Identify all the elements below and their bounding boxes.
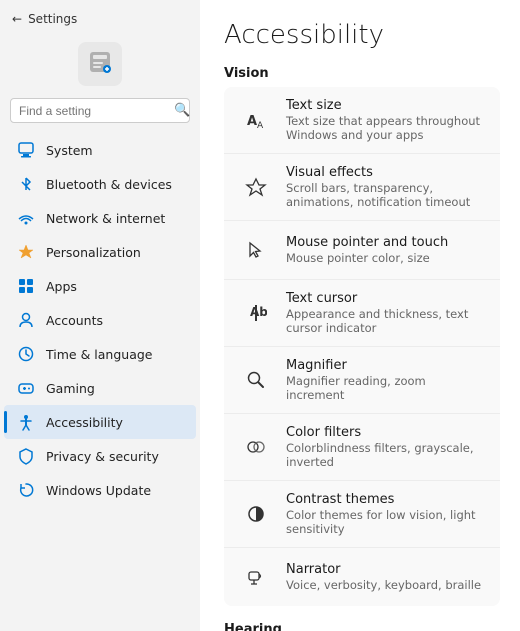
item-title-magnifier: Magnifier bbox=[286, 358, 486, 373]
search-input[interactable] bbox=[19, 104, 174, 118]
sidebar-item-label: Bluetooth & devices bbox=[46, 177, 172, 192]
sidebar-item-label: Gaming bbox=[46, 381, 95, 396]
accounts-icon bbox=[16, 310, 36, 330]
sections-container: Vision AA Text size Text size that appea… bbox=[224, 66, 500, 631]
settings-item-contrast-themes[interactable]: Contrast themes Color themes for low vis… bbox=[224, 481, 500, 548]
nav-list: System Bluetooth & devices Network & int… bbox=[0, 133, 200, 507]
item-title-mouse-pointer: Mouse pointer and touch bbox=[286, 235, 448, 250]
item-title-narrator: Narrator bbox=[286, 562, 481, 577]
sidebar-item-label: Personalization bbox=[46, 245, 141, 260]
item-text-magnifier: Magnifier Magnifier reading, zoom increm… bbox=[286, 358, 486, 402]
color-filters-icon bbox=[238, 429, 274, 465]
avatar-icon bbox=[85, 49, 115, 79]
item-title-color-filters: Color filters bbox=[286, 425, 486, 440]
item-desc-magnifier: Magnifier reading, zoom increment bbox=[286, 374, 486, 402]
sidebar-item-label: Windows Update bbox=[46, 483, 151, 498]
sidebar-item-label: Network & internet bbox=[46, 211, 165, 226]
settings-item-text-cursor[interactable]: Ab Text cursor Appearance and thickness,… bbox=[224, 280, 500, 347]
svg-text:A: A bbox=[247, 114, 257, 129]
sidebar-item-time[interactable]: Time & language bbox=[4, 337, 196, 371]
item-text-contrast-themes: Contrast themes Color themes for low vis… bbox=[286, 492, 486, 536]
sidebar-item-system[interactable]: System bbox=[4, 133, 196, 167]
section-label-vision: Vision bbox=[224, 66, 500, 81]
item-text-text-cursor: Text cursor Appearance and thickness, te… bbox=[286, 291, 486, 335]
back-label: Settings bbox=[28, 12, 77, 26]
magnifier-icon bbox=[238, 362, 274, 398]
item-text-color-filters: Color filters Colorblindness filters, gr… bbox=[286, 425, 486, 469]
text-size-icon: AA bbox=[238, 102, 274, 138]
privacy-icon bbox=[16, 446, 36, 466]
item-text-text-size: Text size Text size that appears through… bbox=[286, 98, 486, 142]
svg-text:A: A bbox=[257, 121, 264, 131]
bluetooth-icon bbox=[16, 174, 36, 194]
personalization-icon bbox=[16, 242, 36, 262]
settings-item-magnifier[interactable]: Magnifier Magnifier reading, zoom increm… bbox=[224, 347, 500, 414]
text-cursor-icon: Ab bbox=[238, 295, 274, 331]
settings-item-mouse-pointer[interactable]: Mouse pointer and touch Mouse pointer co… bbox=[224, 221, 500, 280]
item-text-visual-effects: Visual effects Scroll bars, transparency… bbox=[286, 165, 486, 209]
search-icon[interactable]: 🔍 bbox=[174, 103, 190, 118]
item-title-visual-effects: Visual effects bbox=[286, 165, 486, 180]
item-text-mouse-pointer: Mouse pointer and touch Mouse pointer co… bbox=[286, 235, 448, 265]
sidebar-item-accessibility[interactable]: Accessibility bbox=[4, 405, 196, 439]
main-content: Accessibility Vision AA Text size Text s… bbox=[200, 0, 520, 631]
gaming-icon bbox=[16, 378, 36, 398]
section-label-hearing: Hearing bbox=[224, 622, 500, 631]
network-icon bbox=[16, 208, 36, 228]
system-icon bbox=[16, 140, 36, 160]
settings-item-text-size[interactable]: AA Text size Text size that appears thro… bbox=[224, 87, 500, 154]
item-desc-contrast-themes: Color themes for low vision, light sensi… bbox=[286, 508, 486, 536]
page-title: Accessibility bbox=[224, 20, 500, 50]
sidebar-item-windows-update[interactable]: Windows Update bbox=[4, 473, 196, 507]
sidebar-item-network[interactable]: Network & internet bbox=[4, 201, 196, 235]
sidebar-item-label: Time & language bbox=[46, 347, 152, 362]
sidebar-item-label: Apps bbox=[46, 279, 77, 294]
item-text-narrator: Narrator Voice, verbosity, keyboard, bra… bbox=[286, 562, 481, 592]
update-icon bbox=[16, 480, 36, 500]
sidebar-item-label: System bbox=[46, 143, 93, 158]
settings-item-narrator[interactable]: Narrator Voice, verbosity, keyboard, bra… bbox=[224, 548, 500, 606]
sidebar-item-personalization[interactable]: Personalization bbox=[4, 235, 196, 269]
sidebar-item-label: Accounts bbox=[46, 313, 103, 328]
item-title-contrast-themes: Contrast themes bbox=[286, 492, 486, 507]
accessibility-icon bbox=[16, 412, 36, 432]
avatar bbox=[78, 42, 122, 86]
item-desc-color-filters: Colorblindness filters, grayscale, inver… bbox=[286, 441, 486, 469]
item-desc-mouse-pointer: Mouse pointer color, size bbox=[286, 251, 448, 265]
settings-list-vision: AA Text size Text size that appears thro… bbox=[224, 87, 500, 606]
search-container[interactable]: 🔍 bbox=[10, 98, 190, 123]
svg-text:Ab: Ab bbox=[250, 305, 267, 319]
item-desc-narrator: Voice, verbosity, keyboard, braille bbox=[286, 578, 481, 592]
avatar-container bbox=[0, 34, 200, 98]
narrator-icon bbox=[238, 559, 274, 595]
back-nav[interactable]: ← Settings bbox=[0, 8, 200, 34]
visual-effects-icon bbox=[238, 169, 274, 205]
sidebar-item-gaming[interactable]: Gaming bbox=[4, 371, 196, 405]
item-desc-text-size: Text size that appears throughout Window… bbox=[286, 114, 486, 142]
section-vision: Vision AA Text size Text size that appea… bbox=[224, 66, 500, 606]
section-hearing: Hearing Audio Mono audio, audio notifica… bbox=[224, 622, 500, 631]
sidebar-item-privacy[interactable]: Privacy & security bbox=[4, 439, 196, 473]
sidebar-item-bluetooth[interactable]: Bluetooth & devices bbox=[4, 167, 196, 201]
mouse-pointer-icon bbox=[238, 232, 274, 268]
sidebar-item-label: Accessibility bbox=[46, 415, 123, 430]
sidebar-item-label: Privacy & security bbox=[46, 449, 159, 464]
item-title-text-size: Text size bbox=[286, 98, 486, 113]
item-desc-visual-effects: Scroll bars, transparency, animations, n… bbox=[286, 181, 486, 209]
contrast-themes-icon bbox=[238, 496, 274, 532]
item-desc-text-cursor: Appearance and thickness, text cursor in… bbox=[286, 307, 486, 335]
time-icon bbox=[16, 344, 36, 364]
sidebar-item-accounts[interactable]: Accounts bbox=[4, 303, 196, 337]
settings-item-color-filters[interactable]: Color filters Colorblindness filters, gr… bbox=[224, 414, 500, 481]
back-arrow-icon: ← bbox=[12, 12, 22, 26]
settings-item-visual-effects[interactable]: Visual effects Scroll bars, transparency… bbox=[224, 154, 500, 221]
sidebar-item-apps[interactable]: Apps bbox=[4, 269, 196, 303]
apps-icon bbox=[16, 276, 36, 296]
sidebar: ← Settings 🔍 System Bluetooth & devices … bbox=[0, 0, 200, 631]
item-title-text-cursor: Text cursor bbox=[286, 291, 486, 306]
